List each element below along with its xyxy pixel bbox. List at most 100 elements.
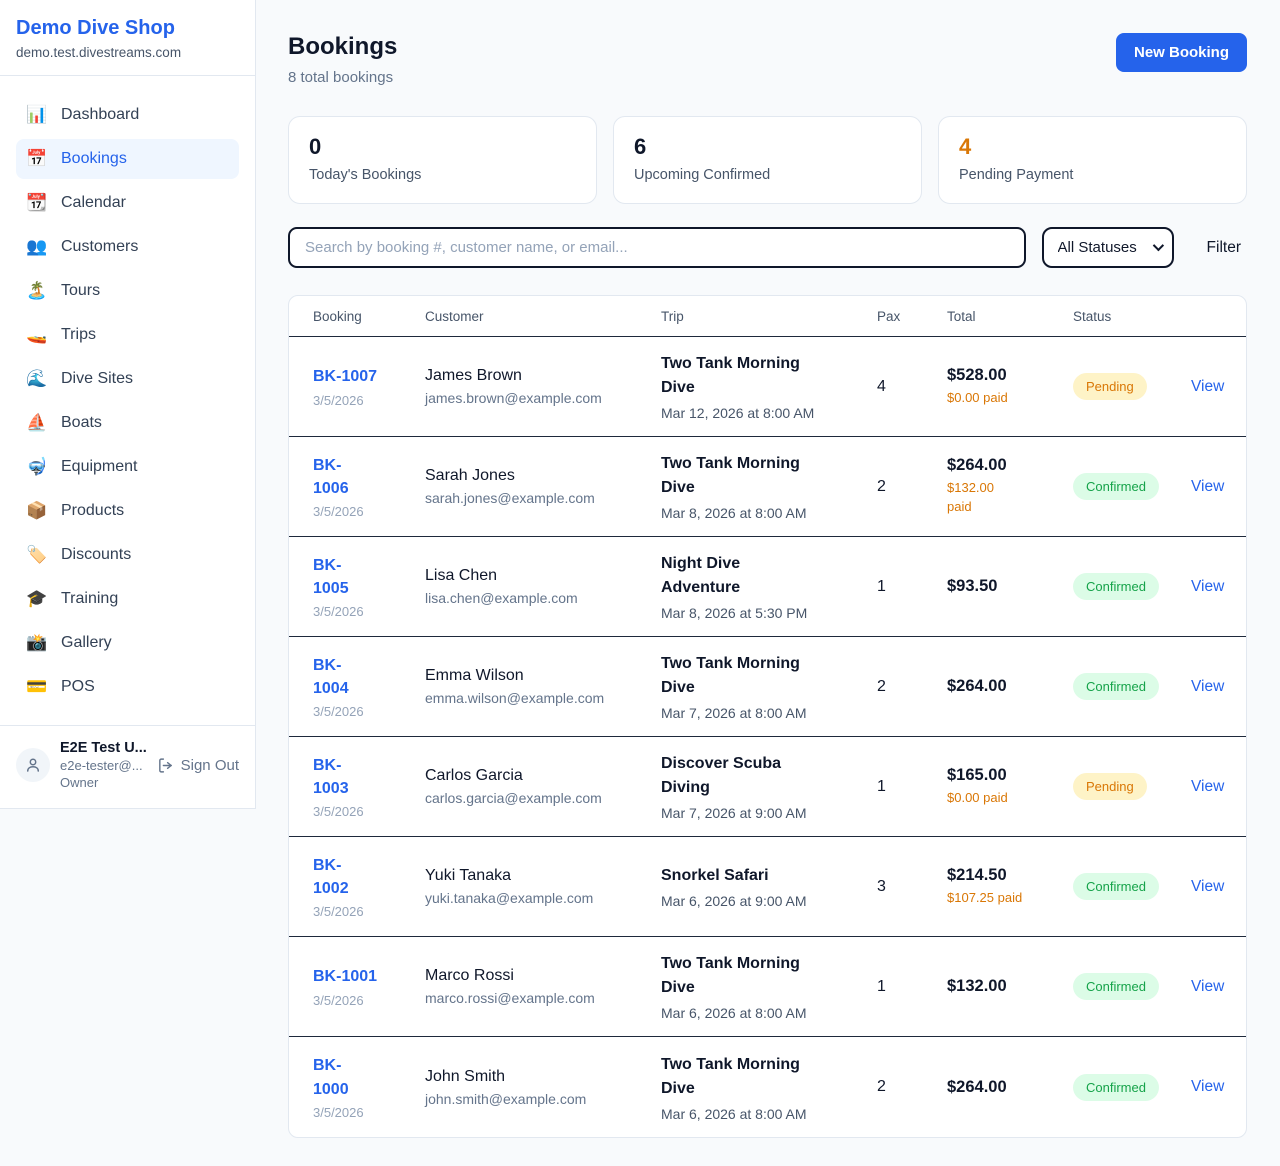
sidebar-item-bookings[interactable]: 📅Bookings <box>16 139 239 179</box>
total-amount: $214.50 <box>947 866 1073 885</box>
booking-cell: BK-1001 3/5/2026 <box>313 965 425 1007</box>
trip-cell: Discover Scuba Diving Mar 7, 2026 at 9:0… <box>661 752 877 821</box>
calendar-icon: 📆 <box>26 193 48 213</box>
sidebar-item-equipment[interactable]: 🤿Equipment <box>16 447 239 487</box>
status-cell: Confirmed <box>1073 1074 1191 1101</box>
trip-name: Two Tank Morning Dive <box>661 952 819 1000</box>
status-cell: Confirmed <box>1073 573 1191 600</box>
booking-id-link[interactable]: BK-1004 <box>313 654 349 700</box>
sidebar-item-discounts[interactable]: 🏷️Discounts <box>16 535 239 575</box>
booking-cell: BK-1006 3/5/2026 <box>313 454 425 519</box>
view-link[interactable]: View <box>1191 378 1224 395</box>
customer-cell: Yuki Tanaka yuki.tanaka@example.com <box>425 867 661 906</box>
view-link[interactable]: View <box>1191 878 1224 895</box>
view-link[interactable]: View <box>1191 978 1224 995</box>
booking-cell: BK-1004 3/5/2026 <box>313 654 425 719</box>
stat-value: 4 <box>959 134 1226 160</box>
view-link[interactable]: View <box>1191 778 1224 795</box>
trip-time: Mar 8, 2026 at 8:00 AM <box>661 505 877 521</box>
sidebar-item-label: Tours <box>61 282 100 300</box>
paid-amount: $107.25 paid <box>947 889 1027 908</box>
new-booking-button[interactable]: New Booking <box>1116 33 1247 72</box>
search-input[interactable] <box>288 227 1026 268</box>
paid-amount: $0.00 paid <box>947 789 1027 808</box>
trip-cell: Two Tank Morning Dive Mar 6, 2026 at 8:0… <box>661 1053 877 1122</box>
trip-time: Mar 12, 2026 at 8:00 AM <box>661 405 877 421</box>
table-row: BK-1007 3/5/2026 James Brown james.brown… <box>289 337 1246 437</box>
status-cell: Pending <box>1073 373 1191 400</box>
customer-name: James Brown <box>425 367 661 385</box>
page-title-block: Bookings 8 total bookings <box>288 33 397 86</box>
avatar <box>16 748 50 782</box>
status-select[interactable]: All Statuses <box>1042 227 1174 268</box>
booking-id-link[interactable]: BK-1003 <box>313 754 349 800</box>
user-icon <box>24 756 42 774</box>
sidebar-item-trips[interactable]: 🚤Trips <box>16 315 239 355</box>
view-cell: View <box>1191 678 1224 696</box>
sign-out-button[interactable]: Sign Out <box>157 757 239 774</box>
stat-card: 0Today's Bookings <box>288 116 597 204</box>
pax-cell: 2 <box>877 478 947 496</box>
pax-cell: 4 <box>877 378 947 396</box>
booking-id-link[interactable]: BK-1005 <box>313 554 349 600</box>
status-badge: Pending <box>1073 373 1147 400</box>
bookings-icon: 📅 <box>26 149 48 169</box>
trip-time: Mar 8, 2026 at 5:30 PM <box>661 605 877 621</box>
trip-name: Two Tank Morning Dive <box>661 352 819 400</box>
gallery-icon: 📸 <box>26 633 48 653</box>
boats-icon: ⛵ <box>26 413 48 433</box>
booking-id-link[interactable]: BK-1006 <box>313 454 349 500</box>
booking-id-link[interactable]: BK-1007 <box>313 365 377 388</box>
sidebar-item-label: Equipment <box>61 458 138 476</box>
total-amount: $264.00 <box>947 677 1073 696</box>
sign-out-label: Sign Out <box>181 757 239 774</box>
view-cell: View <box>1191 878 1224 896</box>
customer-email: sarah.jones@example.com <box>425 490 661 506</box>
filter-button[interactable]: Filter <box>1201 231 1247 265</box>
sidebar-item-boats[interactable]: ⛵Boats <box>16 403 239 443</box>
user-email: e2e-tester@... <box>60 758 147 773</box>
view-link[interactable]: View <box>1191 1078 1224 1095</box>
sidebar-item-label: Customers <box>61 238 138 256</box>
user-meta: E2E Test U... e2e-tester@... Owner <box>60 740 147 790</box>
sidebar-item-tours[interactable]: 🏝️Tours <box>16 271 239 311</box>
booking-cell: BK-1000 3/5/2026 <box>313 1054 425 1119</box>
pos-icon: 💳 <box>26 677 48 697</box>
brand-name[interactable]: Demo Dive Shop <box>16 17 239 40</box>
user-role: Owner <box>60 775 147 790</box>
customer-cell: Lisa Chen lisa.chen@example.com <box>425 567 661 606</box>
sidebar-item-customers[interactable]: 👥Customers <box>16 227 239 267</box>
status-cell: Confirmed <box>1073 873 1191 900</box>
trip-name: Snorkel Safari <box>661 864 819 888</box>
view-link[interactable]: View <box>1191 678 1224 695</box>
trip-name: Discover Scuba Diving <box>661 752 819 800</box>
booking-id-link[interactable]: BK-1001 <box>313 965 377 988</box>
booking-id-link[interactable]: BK-1002 <box>313 854 349 900</box>
trip-name: Two Tank Morning Dive <box>661 1053 819 1101</box>
customer-email: carlos.garcia@example.com <box>425 790 661 806</box>
status-select-wrap: All Statuses <box>1042 227 1174 268</box>
brand-block: Demo Dive Shop demo.test.divestreams.com <box>0 0 255 76</box>
sidebar-item-pos[interactable]: 💳 POS <box>16 667 239 707</box>
stat-label: Pending Payment <box>959 167 1226 183</box>
status-badge: Confirmed <box>1073 573 1159 600</box>
trip-time: Mar 7, 2026 at 9:00 AM <box>661 805 877 821</box>
view-link[interactable]: View <box>1191 578 1224 595</box>
sidebar-item-dive-sites[interactable]: 🌊Dive Sites <box>16 359 239 399</box>
booking-id-link[interactable]: BK-1000 <box>313 1054 349 1100</box>
sidebar-item-label: POS <box>61 678 95 696</box>
view-link[interactable]: View <box>1191 478 1224 495</box>
booking-date: 3/5/2026 <box>313 604 425 619</box>
customer-email: emma.wilson@example.com <box>425 690 661 706</box>
booking-date: 3/5/2026 <box>313 393 425 408</box>
pax-cell: 1 <box>877 578 947 596</box>
sidebar-item-gallery[interactable]: 📸Gallery <box>16 623 239 663</box>
view-cell: View <box>1191 978 1224 996</box>
sidebar-item-products[interactable]: 📦Products <box>16 491 239 531</box>
products-icon: 📦 <box>26 501 48 521</box>
trip-name: Two Tank Morning Dive <box>661 452 819 500</box>
pax-cell: 1 <box>877 978 947 996</box>
sidebar-item-calendar[interactable]: 📆Calendar <box>16 183 239 223</box>
sidebar-item-dashboard[interactable]: 📊Dashboard <box>16 95 239 135</box>
sidebar-item-training[interactable]: 🎓Training <box>16 579 239 619</box>
